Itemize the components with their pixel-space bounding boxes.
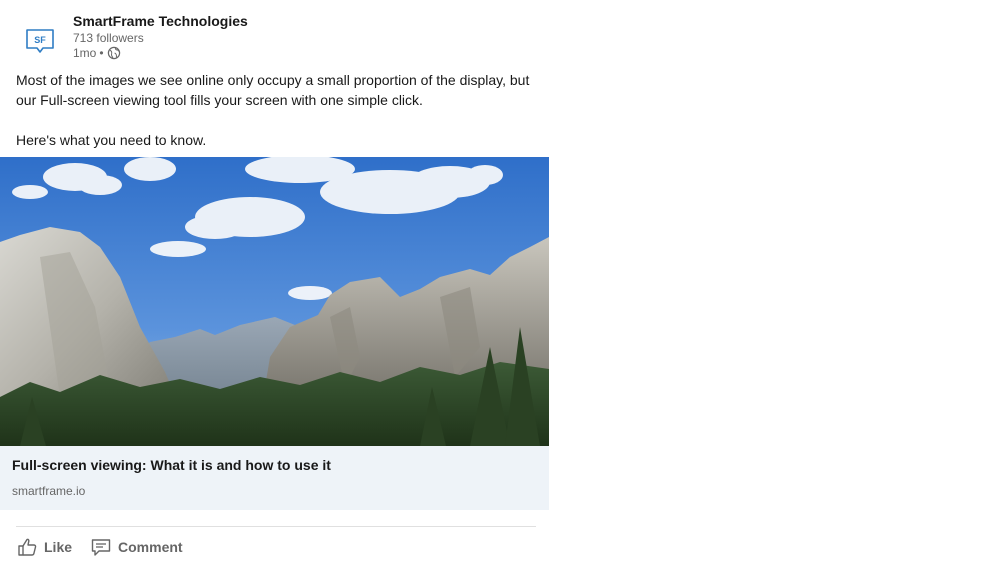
post-time: 1mo xyxy=(73,46,97,60)
actions-divider xyxy=(16,526,536,527)
company-logo[interactable]: SF xyxy=(16,17,64,65)
post-text: Most of the images we see online only oc… xyxy=(16,70,536,150)
like-button[interactable]: Like xyxy=(14,534,74,560)
post-header: SF SmartFrame Technologies 713 followers… xyxy=(16,11,536,63)
link-title[interactable]: Full-screen viewing: What it is and how … xyxy=(12,457,331,473)
post-meta: 1mo • xyxy=(73,46,121,60)
social-actions-bar: Like Comment xyxy=(14,533,185,561)
link-domain: smartframe.io xyxy=(12,484,86,498)
logo-text: SF xyxy=(34,35,46,45)
follower-count: 713 followers xyxy=(73,31,144,45)
link-preview-card[interactable]: Full-screen viewing: What it is and how … xyxy=(0,446,549,510)
sf-logo-icon: SF xyxy=(26,29,54,53)
landscape-image xyxy=(0,157,549,446)
post-image[interactable] xyxy=(0,157,549,446)
thumbs-up-icon xyxy=(16,536,38,558)
like-label: Like xyxy=(44,539,73,555)
post-paragraph: Most of the images we see online only oc… xyxy=(16,72,530,108)
company-name[interactable]: SmartFrame Technologies xyxy=(73,13,248,29)
comment-icon xyxy=(90,536,112,558)
feed-post: SF SmartFrame Technologies 713 followers… xyxy=(0,0,549,567)
globe-icon xyxy=(107,46,121,60)
meta-separator: • xyxy=(99,46,104,60)
comment-label: Comment xyxy=(118,539,183,555)
comment-button[interactable]: Comment xyxy=(88,534,185,560)
post-paragraph: Here's what you need to know. xyxy=(16,132,207,148)
